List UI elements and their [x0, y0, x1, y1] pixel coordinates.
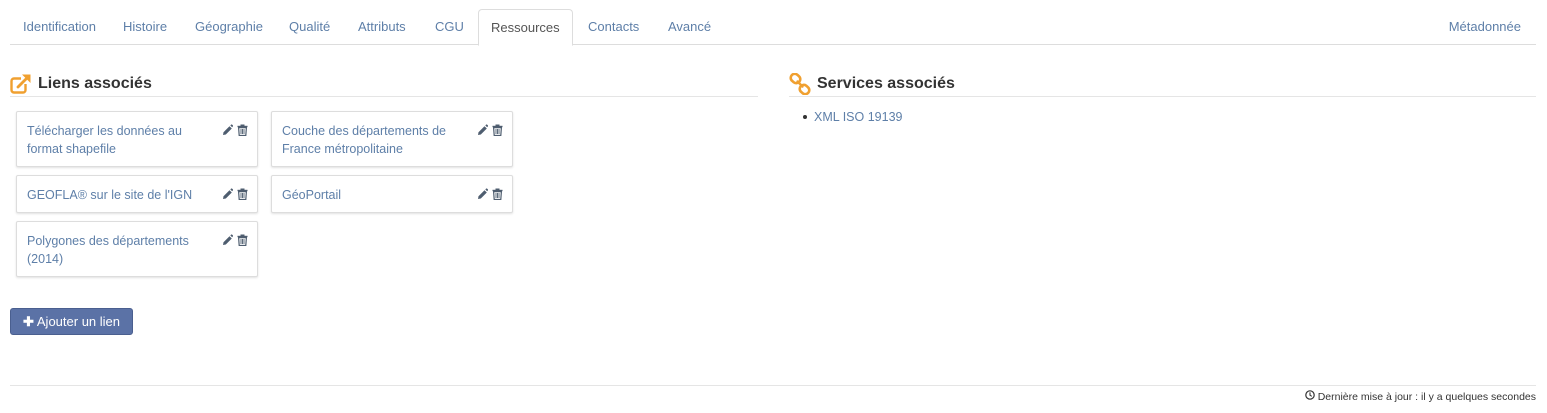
bullet-icon	[803, 115, 807, 119]
tab-bar: Identification Histoire Géographie Quali…	[10, 9, 1536, 46]
link-card-label[interactable]: GEOFLA® sur le site de l'IGN	[27, 186, 212, 204]
link-card-label[interactable]: Télécharger les données au format shapef…	[27, 122, 212, 158]
chain-link-icon	[789, 72, 811, 96]
add-link-button[interactable]: ✚ Ajouter un lien	[10, 308, 133, 335]
link-card-actions	[477, 124, 503, 137]
tab-avance[interactable]: Avancé	[668, 9, 711, 45]
pencil-icon[interactable]	[222, 234, 234, 246]
link-card: GEOFLA® sur le site de l'IGN	[16, 175, 258, 213]
tab-geographie[interactable]: Géographie	[195, 9, 263, 45]
services-section-header: Services associés	[789, 70, 1536, 97]
link-card-actions	[222, 234, 248, 247]
link-card-label[interactable]: Polygones des départements (2014)	[27, 232, 212, 268]
links-section-title: Liens associés	[38, 75, 152, 92]
trash-icon[interactable]	[237, 188, 248, 201]
link-card-actions	[222, 188, 248, 201]
link-card: Polygones des départements (2014)	[16, 221, 258, 277]
link-card: GéoPortail	[271, 175, 513, 213]
link-card-actions	[222, 124, 248, 137]
services-section-title: Services associés	[817, 75, 955, 92]
links-section-header: Liens associés	[10, 70, 758, 97]
pencil-icon[interactable]	[222, 188, 234, 200]
external-link-icon	[10, 73, 32, 95]
tab-ressources[interactable]: Ressources	[478, 9, 573, 46]
link-card-label[interactable]: GéoPortail	[282, 186, 467, 204]
link-card-actions	[477, 188, 503, 201]
link-card-label[interactable]: Couche des départements de France métrop…	[282, 122, 467, 158]
service-link[interactable]: XML ISO 19139	[814, 110, 902, 124]
last-update-footer: Dernière mise à jour : il y a quelques s…	[1304, 390, 1536, 403]
trash-icon[interactable]	[492, 124, 503, 137]
tab-metadonnee[interactable]: Métadonnée	[1449, 9, 1521, 45]
pencil-icon[interactable]	[477, 188, 489, 200]
tab-identification[interactable]: Identification	[23, 9, 96, 45]
add-link-button-label: Ajouter un lien	[36, 314, 121, 329]
tab-attributs[interactable]: Attributs	[358, 9, 406, 45]
services-list: XML ISO 19139	[803, 108, 902, 126]
pencil-icon[interactable]	[477, 124, 489, 136]
clock-icon	[1304, 390, 1315, 403]
pencil-icon[interactable]	[222, 124, 234, 136]
last-update-text: Dernière mise à jour : il y a quelques s…	[1317, 390, 1536, 403]
footer-divider	[10, 385, 1536, 386]
tab-cgu[interactable]: CGU	[435, 9, 464, 45]
plus-icon: ✚	[22, 314, 34, 329]
link-card: Couche des départements de France métrop…	[271, 111, 513, 167]
tab-histoire[interactable]: Histoire	[123, 9, 167, 45]
tab-contacts[interactable]: Contacts	[588, 9, 639, 45]
list-item: XML ISO 19139	[803, 108, 902, 126]
link-card: Télécharger les données au format shapef…	[16, 111, 258, 167]
trash-icon[interactable]	[237, 234, 248, 247]
trash-icon[interactable]	[492, 188, 503, 201]
tab-qualite[interactable]: Qualité	[289, 9, 330, 45]
trash-icon[interactable]	[237, 124, 248, 137]
